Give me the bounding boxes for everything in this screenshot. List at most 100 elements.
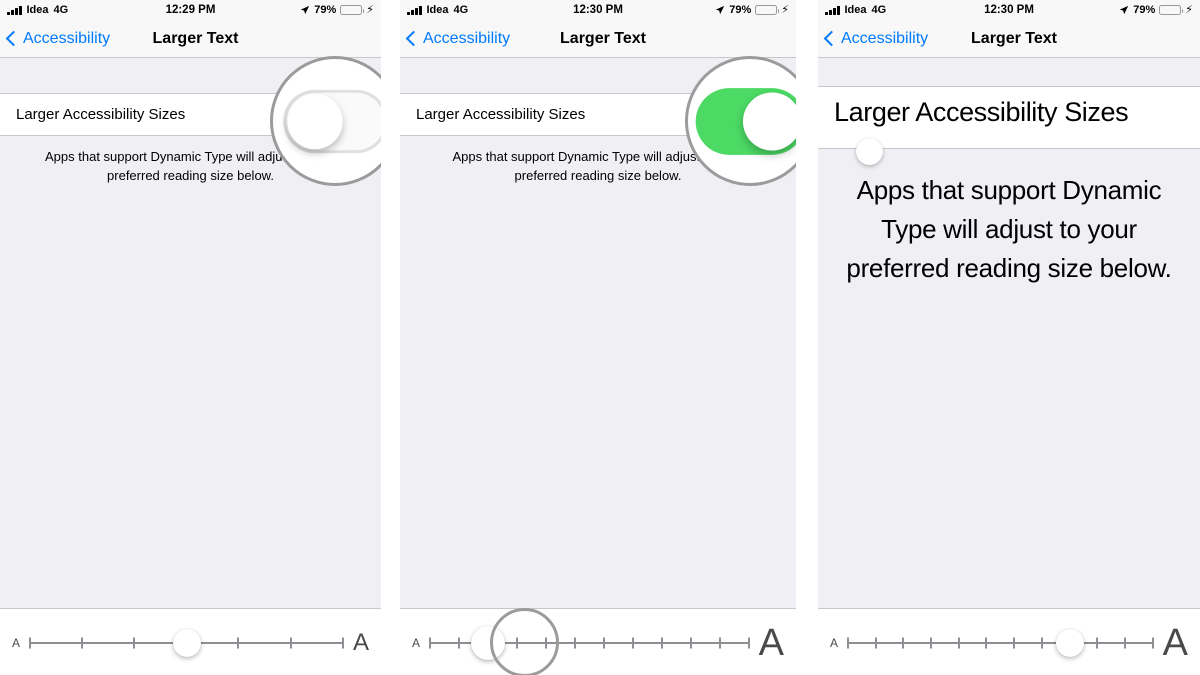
- network-type-label: 4G: [453, 4, 469, 16]
- slider-tick: [631, 637, 634, 648]
- slider-tick: [1040, 637, 1043, 648]
- back-button-label: Accessibility: [23, 29, 111, 47]
- slider-tick: [902, 637, 905, 648]
- text-size-slider-zone: A A: [0, 608, 381, 675]
- toggle-knob: [286, 93, 343, 149]
- back-button[interactable]: Accessibility: [0, 30, 110, 48]
- slider-tick: [289, 637, 292, 648]
- status-bar-left: Idea 4G: [407, 4, 468, 16]
- battery-icon: [755, 5, 780, 15]
- slider-tick: [29, 637, 32, 648]
- back-button-label: Accessibility: [423, 29, 511, 47]
- toggle-knob: [742, 91, 796, 151]
- back-button-label: Accessibility: [841, 29, 929, 47]
- carrier-label: Idea: [426, 4, 449, 16]
- slider-tick: [847, 637, 850, 648]
- chevron-left-icon: [5, 30, 22, 47]
- slider-tick: [429, 637, 432, 648]
- slider-tick: [80, 637, 83, 648]
- slider-min-label: A: [830, 635, 839, 650]
- magnified-toggle-on: [695, 87, 796, 155]
- slider-tick: [660, 637, 663, 648]
- navigation-bar: Accessibility Larger Text: [400, 20, 796, 58]
- toggle-knob: [856, 138, 883, 165]
- slider-tick: [457, 637, 460, 648]
- status-bar-right: 79% ⚡: [300, 4, 374, 16]
- battery-percent-label: 79%: [1133, 4, 1156, 16]
- signal-bars-icon: [825, 5, 840, 15]
- phone-screenshot-1: Idea 4G 12:29 PM 79% ⚡ Accessibility Lar…: [0, 0, 381, 675]
- text-size-slider[interactable]: [847, 626, 1154, 660]
- lightning-bolt-icon: ⚡: [1185, 3, 1193, 16]
- status-bar: Idea 4G 12:29 PM 79% ⚡: [0, 0, 381, 20]
- slider-tick: [689, 637, 692, 648]
- chevron-left-icon: [405, 30, 422, 47]
- slider-tick: [930, 637, 933, 648]
- navigation-bar: Accessibility Larger Text: [0, 20, 381, 58]
- text-size-slider[interactable]: [429, 625, 750, 660]
- slider-max-label: A: [1162, 621, 1188, 664]
- slider-tick: [133, 637, 136, 648]
- lightning-bolt-icon: ⚡: [781, 3, 789, 16]
- network-type-label: 4G: [53, 4, 69, 16]
- text-size-slider-zone: A A: [818, 608, 1200, 675]
- magnifier-slider-thumb: [490, 608, 559, 675]
- slider-tick: [747, 637, 750, 648]
- slider-track: [848, 641, 1153, 644]
- slider-tick: [957, 637, 960, 648]
- battery-icon: [1159, 5, 1184, 15]
- back-button[interactable]: Accessibility: [400, 30, 510, 48]
- signal-bars-icon: [7, 5, 22, 15]
- battery-percent-label: 79%: [729, 4, 752, 16]
- settings-content: Larger Accessibility Sizes Apps that sup…: [818, 58, 1200, 675]
- text-size-slider-thumb[interactable]: [172, 628, 201, 657]
- location-arrow-icon: [716, 5, 725, 15]
- status-bar-left: Idea 4G: [7, 4, 68, 16]
- slider-tick: [1096, 637, 1099, 648]
- slider-tick: [1151, 637, 1154, 648]
- slider-max-label: A: [758, 621, 784, 664]
- text-size-slider[interactable]: [29, 626, 344, 660]
- chevron-left-icon: [823, 30, 840, 47]
- slider-tick: [874, 637, 877, 648]
- section-footer-text: Apps that support Dynamic Type will adju…: [846, 175, 1172, 283]
- signal-bars-icon: [407, 5, 422, 15]
- slider-tick: [985, 637, 988, 648]
- lightning-bolt-icon: ⚡: [366, 3, 374, 16]
- battery-percent-label: 79%: [314, 4, 337, 16]
- slider-tick: [341, 637, 344, 648]
- back-button[interactable]: Accessibility: [818, 30, 928, 48]
- slider-min-label: A: [412, 635, 421, 650]
- larger-accessibility-sizes-row[interactable]: Larger Accessibility Sizes: [818, 86, 1200, 165]
- slider-tick: [602, 637, 605, 648]
- location-arrow-icon: [301, 5, 310, 15]
- slider-tick: [1013, 637, 1016, 648]
- status-bar-right: 79% ⚡: [1119, 4, 1193, 16]
- carrier-label: Idea: [844, 4, 867, 16]
- larger-accessibility-sizes-label: Larger Accessibility Sizes: [834, 97, 1129, 127]
- slider-tick: [573, 637, 576, 648]
- text-size-slider-zone: A A: [400, 608, 796, 675]
- carrier-label: Idea: [26, 4, 49, 16]
- battery-icon: [340, 5, 365, 15]
- slider-tick: [718, 637, 721, 648]
- slider-tick: [237, 637, 240, 648]
- navigation-bar: Accessibility Larger Text: [818, 20, 1200, 58]
- status-bar: Idea 4G 12:30 PM 79% ⚡: [818, 0, 1200, 20]
- magnified-toggle-off: [282, 89, 381, 153]
- panel-gap: [381, 0, 400, 675]
- status-bar-right: 79% ⚡: [715, 4, 789, 16]
- phone-screenshot-3: Idea 4G 12:30 PM 79% ⚡ Accessibility Lar…: [818, 0, 1200, 675]
- slider-min-label: A: [12, 635, 21, 650]
- panel-gap: [796, 0, 818, 675]
- larger-accessibility-sizes-label: Larger Accessibility Sizes: [16, 106, 186, 123]
- screenshot-stage: Idea 4G 12:29 PM 79% ⚡ Accessibility Lar…: [0, 0, 1200, 675]
- text-size-slider-thumb[interactable]: [1055, 628, 1084, 657]
- status-bar-left: Idea 4G: [825, 4, 886, 16]
- location-arrow-icon: [1120, 5, 1129, 15]
- slider-max-label: A: [352, 628, 369, 656]
- slider-tick: [1123, 637, 1126, 648]
- larger-accessibility-sizes-label: Larger Accessibility Sizes: [416, 106, 586, 123]
- phone-screenshot-2: Idea 4G 12:30 PM 79% ⚡ Accessibility Lar…: [400, 0, 796, 675]
